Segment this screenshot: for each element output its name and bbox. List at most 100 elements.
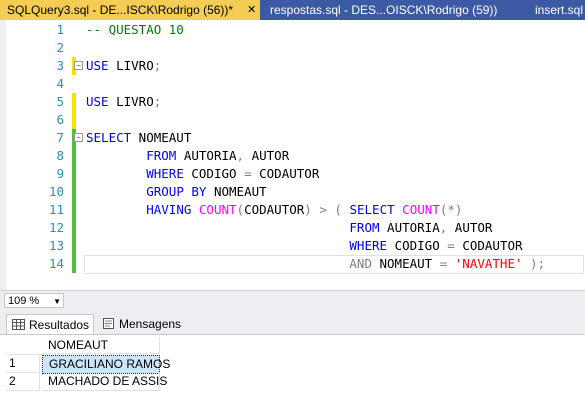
code-token: AUTORIA [176,148,237,163]
code-line[interactable]: 5 USE LIVRO; [0,93,585,111]
code-text[interactable]: WHERE CODIGO = CODAUTOR [86,165,319,183]
code-token: FROM [349,220,380,235]
code-token: CODAUTOR [251,166,320,181]
code-text[interactable]: FROM AUTORIA, AUTOR [86,147,289,165]
code-token: NOMEAUT [206,184,267,199]
document-tab-strip: SQLQuery3.sql - DE...ISCK\Rodrigo (56))*… [0,0,585,20]
row-number[interactable]: 1 [6,355,40,373]
results-grid[interactable]: NOMEAUT 1 GRACILIANO RAMOS 2 MACHADO DE … [0,334,585,402]
code-token: AUTORIA [379,220,440,235]
code-line[interactable]: 3 − USE LIVRO; [0,57,585,75]
change-marker [72,201,76,219]
change-marker [72,237,76,255]
code-token: (*) [439,202,463,217]
tab-respostas[interactable]: respostas.sql - DES...OISCK\Rodrigo (59)… [270,0,497,20]
code-text[interactable]: GROUP BY NOMEAUT [86,183,267,201]
code-text[interactable]: USE LIVRO; [86,93,161,111]
tab-mensagens[interactable]: Mensagens [97,314,182,334]
code-line[interactable]: 10 GROUP BY NOMEAUT [0,183,585,201]
code-text[interactable]: FROM AUTORIA, AUTOR [86,219,492,237]
tab-respostas-label: respostas.sql - DES...OISCK\Rodrigo (59)… [270,3,498,17]
close-tab-icon[interactable]: ✕ [247,0,256,20]
code-token: CODAUTOR [454,238,523,253]
code-token: SELECT [349,202,395,217]
code-token: USE [86,94,109,109]
code-token: AND [349,256,372,271]
messages-icon [103,318,114,329]
tab-sqlquery3-label: SQLQuery3.sql - DE...ISCK\Rodrigo (56))* [7,3,234,17]
code-line[interactable]: 11 HAVING COUNT(CODAUTOR) > ( SELECT COU… [0,201,585,219]
code-token: USE [86,58,109,73]
results-tab-strip: Resultados Mensagens [0,310,585,334]
line-number: 11 [48,202,64,217]
code-line[interactable]: 2 [0,39,585,57]
code-token: ( [236,202,245,217]
change-marker [72,255,76,273]
code-token: GROUP BY [146,184,207,199]
code-text[interactable]: -- QUESTAO 10 [86,21,184,39]
code-line[interactable]: 1 -- QUESTAO 10 [0,21,585,39]
collapse-icon[interactable]: − [74,61,83,70]
zoom-select[interactable]: 109 % ▼ [4,293,64,308]
collapse-icon[interactable]: − [74,133,83,142]
change-marker [72,93,76,111]
change-marker [72,183,76,201]
code-line[interactable]: 7 − SELECT NOMEAUT [0,129,585,147]
code-token: ; [153,94,162,109]
line-number: 1 [56,22,64,37]
line-number: 5 [56,94,64,109]
code-token: CODAUTOR [244,202,305,217]
tab-resultados[interactable]: Resultados [6,314,94,334]
line-number: 6 [56,112,64,127]
tab-sqlquery3[interactable]: SQLQuery3.sql - DE...ISCK\Rodrigo (56))*… [0,0,260,20]
code-token: HAVING [146,202,192,217]
code-text[interactable]: USE LIVRO; [86,57,161,75]
line-number: 3 [56,58,64,73]
chevron-down-icon[interactable]: ▼ [53,294,61,309]
code-token: NOMEAUT [371,256,440,271]
code-line[interactable]: 6 [0,111,585,129]
code-token: , [236,148,245,163]
code-line[interactable]: 9 WHERE CODIGO = CODAUTOR [0,165,585,183]
code-token: WHERE [146,166,184,181]
change-marker [72,147,76,165]
code-token: ) [304,202,312,217]
column-header-nomeaut[interactable]: NOMEAUT [42,337,160,354]
code-line[interactable]: 12 FROM AUTORIA, AUTOR [0,219,585,237]
code-line[interactable]: 8 FROM AUTORIA, AUTOR [0,147,585,165]
code-token: AUTOR [244,148,290,163]
code-token: = [447,238,455,253]
code-token: NOMEAUT [131,130,192,145]
code-token: CODIGO [183,166,245,181]
line-number: 9 [56,166,64,181]
code-token: LIVRO [108,94,154,109]
code-token: FROM [146,148,177,163]
change-marker [72,165,76,183]
code-text[interactable]: SELECT NOMEAUT [86,129,191,147]
line-number: 13 [48,238,64,253]
code-line[interactable]: 4 [0,75,585,93]
sql-editor[interactable]: 1 -- QUESTAO 10 2 3− USE LIVRO; 4 5 USE LIVRO; 6… [0,20,585,290]
code-token: WHERE [349,238,388,253]
row-number[interactable]: 2 [6,373,40,391]
table-cell-selected[interactable]: GRACILIANO RAMOS [42,355,170,374]
tab-insert[interactable]: insert.sql [535,0,583,20]
code-text[interactable]: HAVING COUNT(CODAUTOR) > ( SELECT COUNT(… [86,201,462,219]
code-token: LIVRO [108,58,154,73]
code-text[interactable]: WHERE CODIGO = CODAUTOR [86,237,523,255]
code-line[interactable]: 14 AND NOMEAUT = 'NAVATHE' ); [0,255,585,274]
line-number: 8 [56,148,64,163]
code-text[interactable]: AND NOMEAUT = 'NAVATHE' ); [86,255,545,273]
code-line[interactable]: 13 WHERE CODIGO = CODAUTOR [0,237,585,255]
table-cell[interactable]: MACHADO DE ASSIS [42,373,167,391]
tab-mensagens-label: Mensagens [119,317,182,331]
code-token: ); [530,256,546,271]
code-token: -- QUESTAO 10 [86,22,184,37]
